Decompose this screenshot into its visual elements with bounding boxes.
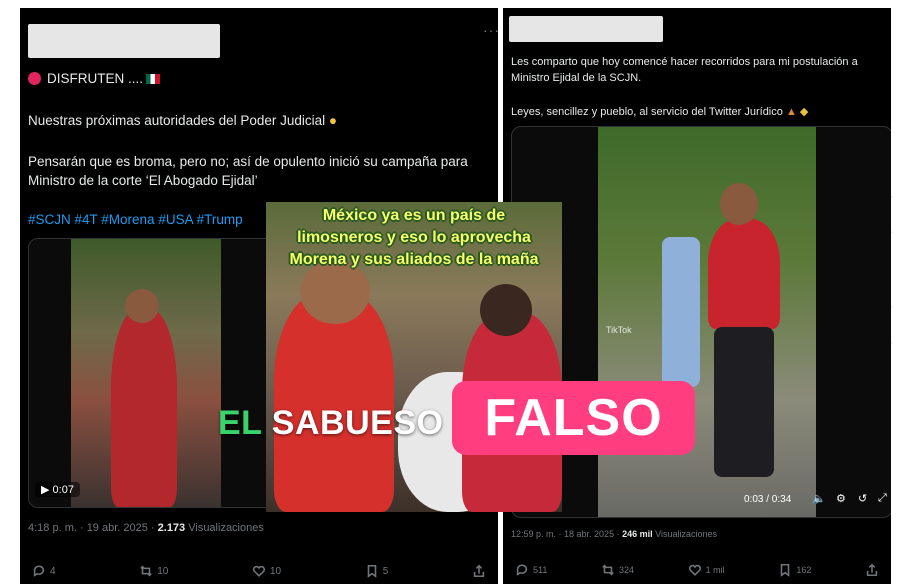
bookmark-icon <box>367 564 377 578</box>
repost-icon <box>140 565 153 577</box>
right-video[interactable]: TikTok 0:03 / 0:34 🔈 ⚙ ↺ ⤢ <box>511 126 891 518</box>
like-button[interactable]: 1 mil <box>688 563 725 577</box>
red-circle-icon <box>28 72 41 85</box>
like-button[interactable]: 10 <box>252 564 281 578</box>
video-caption: limosneros y eso lo aprovecha <box>297 229 531 246</box>
video-person <box>662 237 700 387</box>
post-line: DISFRUTEN .... <box>28 70 161 87</box>
post-line: Leyes, sencillez y pueblo, al servicio d… <box>511 106 809 118</box>
settings-icon[interactable]: ⚙ <box>836 492 846 505</box>
volume-icon[interactable]: 🔈 <box>812 492 826 505</box>
fullscreen-icon[interactable]: ⤢ <box>878 492 887 505</box>
repost-button[interactable]: 10 <box>139 564 168 578</box>
bookmark-icon <box>781 563 790 577</box>
share-button[interactable] <box>472 564 486 578</box>
repost-button[interactable]: 324 <box>601 563 634 577</box>
more-options-icon[interactable]: ··· <box>483 22 498 38</box>
reply-icon <box>33 565 45 577</box>
video-person <box>480 284 532 336</box>
bookmark-button[interactable]: 162 <box>778 563 811 577</box>
video-time: ▶ 0:07 <box>35 482 80 497</box>
action-bar: 4 10 10 5 <box>20 564 498 578</box>
reply-button[interactable]: 4 <box>32 564 56 578</box>
redacted-username <box>28 24 220 58</box>
hashtags[interactable]: #SCJN #4T #Morena #USA #Trump <box>28 211 243 228</box>
video-caption: Morena y sus aliados de la maña <box>289 251 539 268</box>
overlay-video-frame: México ya es un país de limosneros y eso… <box>266 202 562 512</box>
rotate-icon[interactable]: ↺ <box>858 492 867 505</box>
post-line: Ministro Ejidal de la SCJN. <box>511 72 642 84</box>
post-line: Nuestras próximas autoridades del Poder … <box>28 113 338 128</box>
post-line: Ministro de la corte ‘El Abogado Ejidal’ <box>28 173 258 188</box>
flex-emoji-icon: ▲ <box>785 106 797 118</box>
share-button[interactable] <box>865 563 879 577</box>
play-icon: ▶ <box>41 484 50 496</box>
repost-icon <box>602 564 614 576</box>
el-sabueso-logo: EL SABUESO <box>218 404 444 442</box>
corn-emoji-icon: ◆ <box>799 106 809 118</box>
share-icon <box>473 564 485 578</box>
video-person <box>111 309 177 507</box>
video-person <box>125 289 159 323</box>
post-meta: 4:18 p. m. · 19 abr. 2025 · 2.173 Visual… <box>28 522 264 534</box>
tiktok-watermark: TikTok <box>606 325 632 335</box>
video-person <box>714 327 774 477</box>
verdict-badge: FALSO <box>452 381 695 455</box>
action-bar: 511 324 1 mil 162 <box>503 563 891 577</box>
share-icon <box>866 563 878 577</box>
heart-icon <box>688 564 701 576</box>
video-person <box>720 183 758 225</box>
reply-icon <box>516 564 528 576</box>
heart-icon <box>252 565 266 577</box>
video-person <box>274 292 394 512</box>
reply-button[interactable]: 511 <box>515 563 547 577</box>
redacted-username <box>509 16 663 42</box>
video-person <box>708 219 780 329</box>
video-time: 0:03 / 0:34 <box>744 494 792 505</box>
post-line: Les comparto que hoy comencé hacer recor… <box>511 56 858 68</box>
post-line: Pensarán que es broma, pero no; así de o… <box>28 154 468 169</box>
post-meta: 12:59 p. m. · 18 abr. 2025 · 246 mil Vis… <box>511 529 718 539</box>
video-frame <box>598 127 816 517</box>
video-caption: México ya es un país de <box>322 207 506 224</box>
bookmark-button[interactable]: 5 <box>365 564 388 578</box>
judge-emoji-icon: ● <box>328 113 338 128</box>
mexico-flag-icon <box>146 74 161 84</box>
